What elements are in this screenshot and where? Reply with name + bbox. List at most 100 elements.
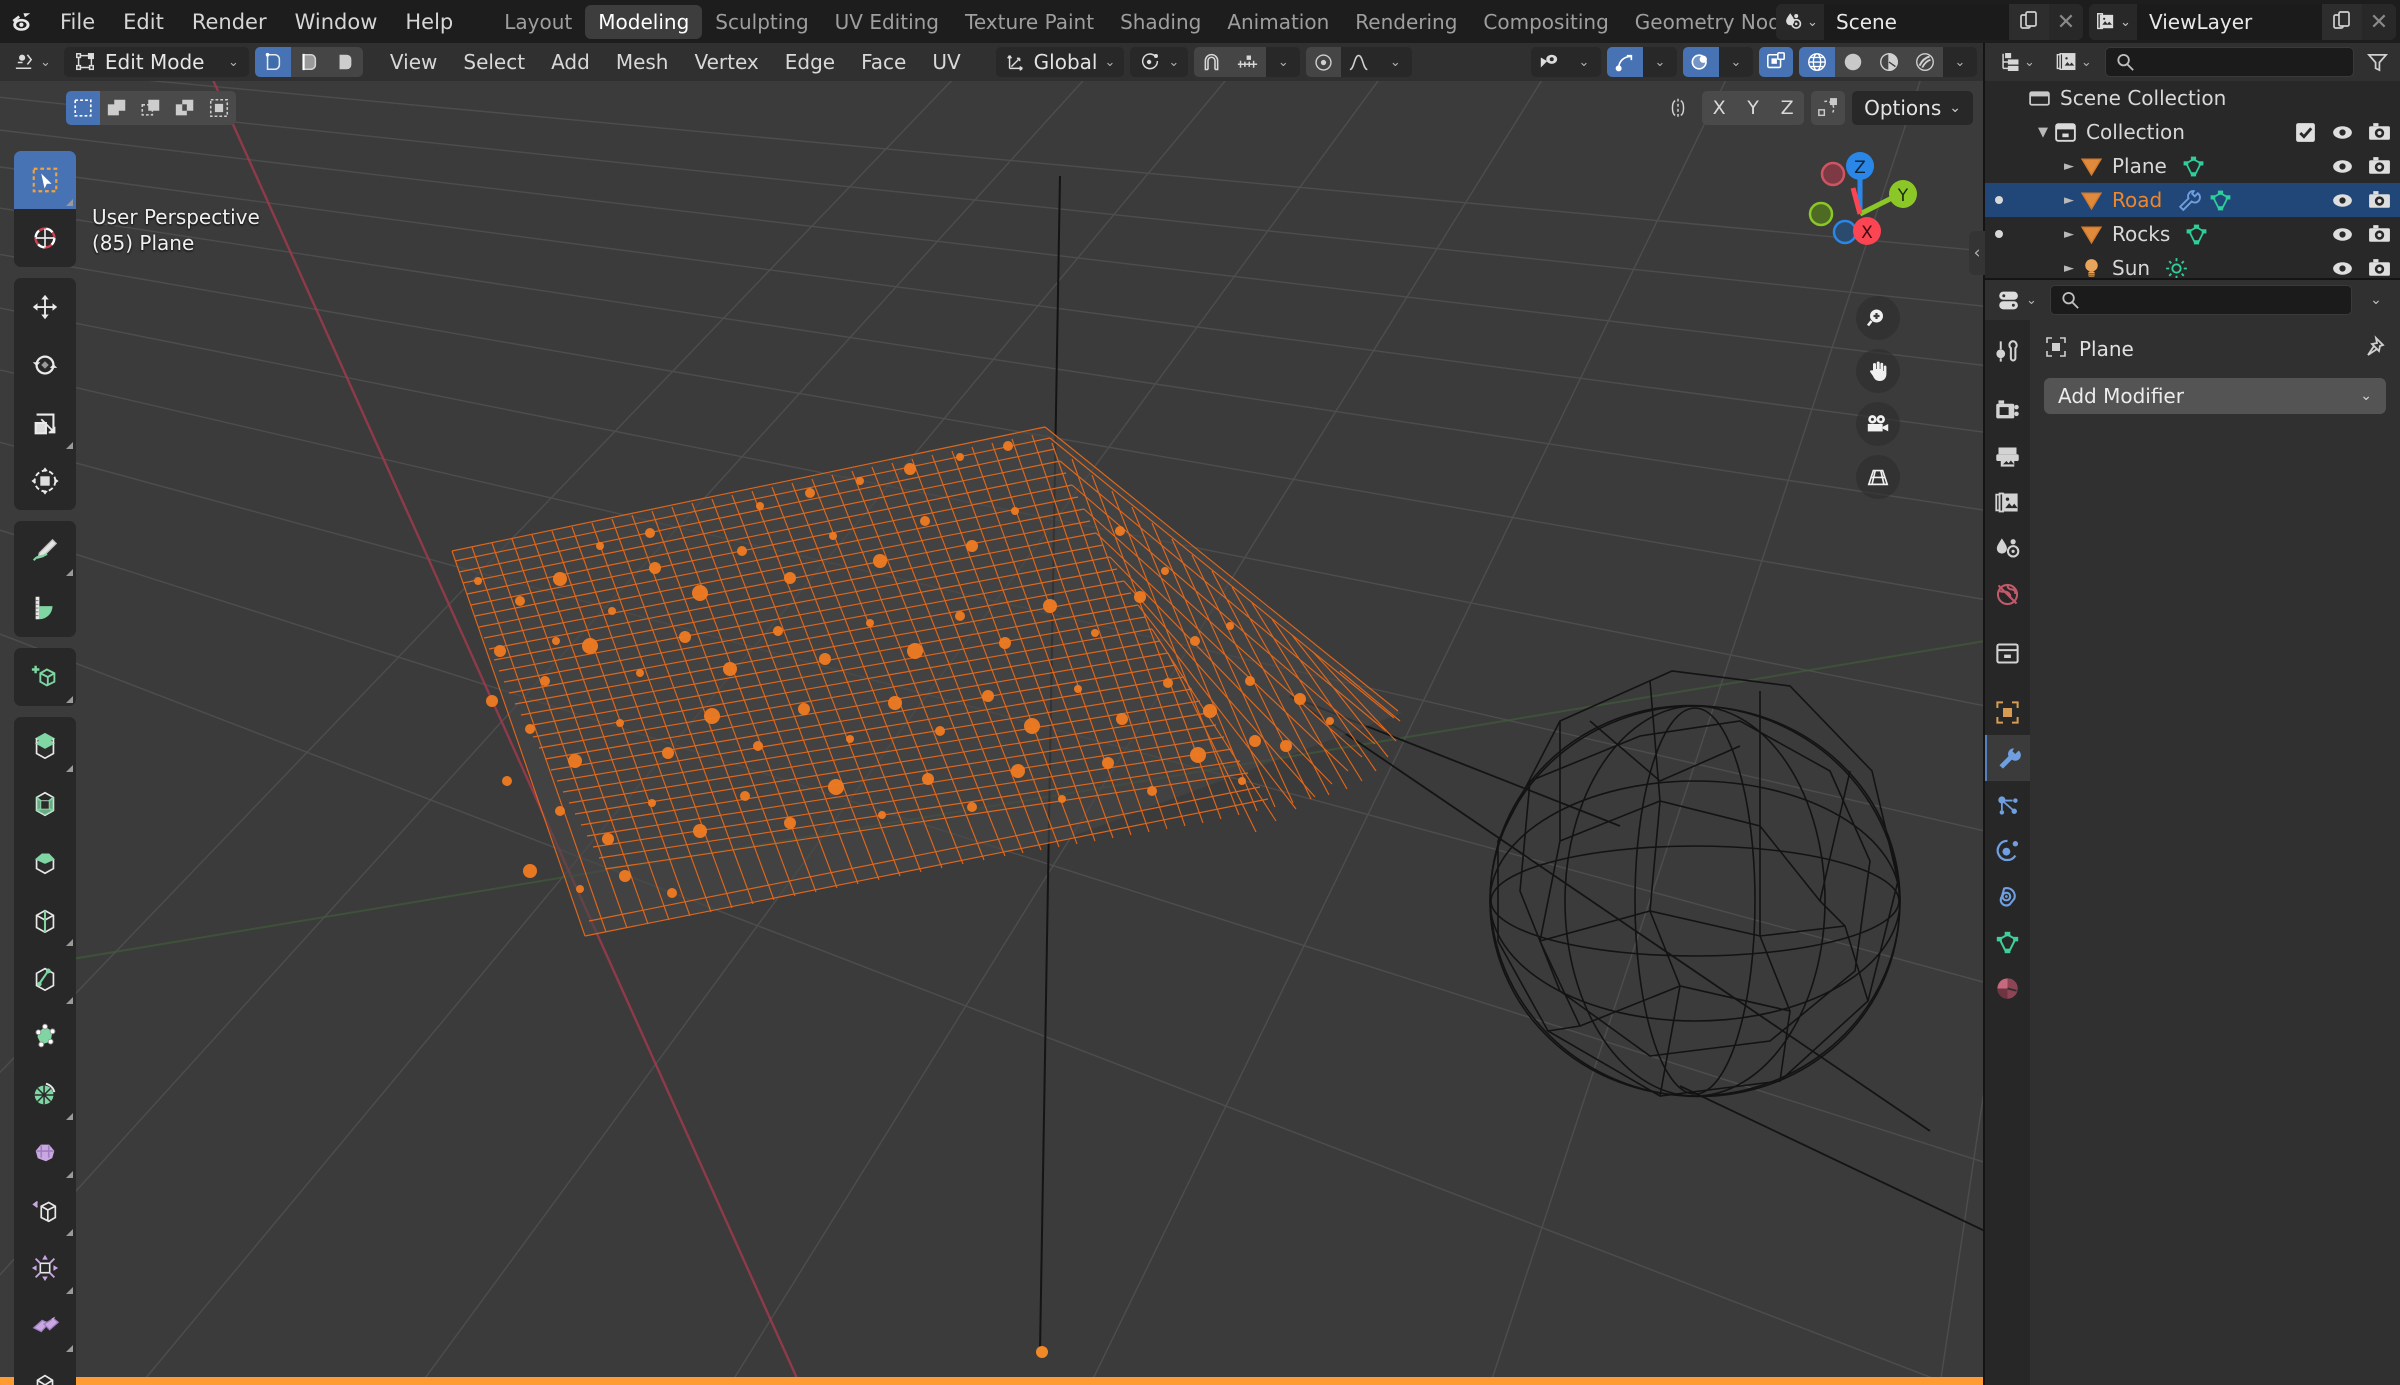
mirror-axis-z[interactable]: Z bbox=[1770, 91, 1805, 125]
tool-tweak-select-box[interactable] bbox=[14, 151, 76, 209]
overlays-dropdown-chevron[interactable]: ⌄ bbox=[1719, 47, 1753, 77]
shading-wireframe-icon[interactable] bbox=[1799, 47, 1835, 77]
falloff-smooth-icon[interactable] bbox=[1341, 47, 1379, 77]
tab-particles[interactable] bbox=[1985, 781, 2030, 827]
tab-render[interactable] bbox=[1985, 387, 2030, 433]
new-viewlayer-button[interactable] bbox=[2322, 4, 2362, 40]
properties-editor-icon[interactable]: ⌄ bbox=[1992, 285, 2043, 315]
menu-help[interactable]: Help bbox=[391, 6, 467, 38]
menu-window[interactable]: Window bbox=[281, 6, 392, 38]
options-button[interactable]: Options ⌄ bbox=[1852, 91, 1973, 125]
falloff-dropdown-chevron[interactable]: ⌄ bbox=[1378, 47, 1413, 77]
tab-collection[interactable] bbox=[1985, 630, 2030, 676]
viewport-menu-uv[interactable]: UV bbox=[919, 47, 973, 77]
outliner-search-input[interactable] bbox=[2104, 47, 2354, 77]
outliner-row-road[interactable]: ► Road bbox=[1985, 183, 2400, 217]
proportional-edit-icon[interactable] bbox=[1306, 47, 1342, 77]
viewport-menu-select[interactable]: Select bbox=[450, 47, 538, 77]
properties-search-input[interactable] bbox=[2049, 285, 2352, 315]
tool-add-cube[interactable] bbox=[14, 648, 76, 706]
navigation-gizmo[interactable]: Z Y X bbox=[1795, 136, 1925, 266]
tab-tool[interactable] bbox=[1985, 328, 2030, 374]
viewport-menu-face[interactable]: Face bbox=[848, 47, 919, 77]
tool-spin[interactable] bbox=[14, 1065, 76, 1123]
tab-view-layer[interactable] bbox=[1985, 479, 2030, 525]
viewlayer-selector[interactable]: ⌄ ViewLayer ✕ bbox=[2089, 4, 2396, 40]
tool-poly-build[interactable] bbox=[14, 1007, 76, 1065]
shading-rendered-icon[interactable] bbox=[1907, 47, 1943, 77]
tool-extrude-region[interactable] bbox=[14, 717, 76, 775]
camera-icon[interactable] bbox=[2367, 120, 2392, 145]
outliner-id-type-icon[interactable]: ⌄ bbox=[2047, 47, 2099, 77]
tab-physics[interactable] bbox=[1985, 827, 2030, 873]
outliner-tree[interactable]: Scene Collection ▼ Collection ► Plane ► Road ► R… bbox=[1985, 81, 2400, 280]
shading-dropdown-chevron[interactable]: ⌄ bbox=[1943, 47, 1977, 77]
viewport-menu-add[interactable]: Add bbox=[538, 47, 603, 77]
mirror-axis-x[interactable]: X bbox=[1702, 91, 1737, 125]
snap-dropdown-chevron[interactable]: ⌄ bbox=[1266, 47, 1301, 77]
tool-measure[interactable] bbox=[14, 579, 76, 637]
toggle-perspective-icon[interactable] bbox=[1856, 455, 1900, 499]
gizmo-icon[interactable] bbox=[1607, 47, 1643, 77]
workspace-tab-shading[interactable]: Shading bbox=[1107, 5, 1214, 39]
viewport-menu-view[interactable]: View bbox=[377, 47, 450, 77]
tab-output[interactable] bbox=[1985, 433, 2030, 479]
close-icon[interactable]: ✕ bbox=[2049, 4, 2083, 40]
select-new-icon[interactable] bbox=[66, 91, 100, 125]
viewport-menu-vertex[interactable]: Vertex bbox=[681, 47, 771, 77]
eye-icon[interactable] bbox=[2330, 120, 2355, 145]
workspace-tab-rendering[interactable]: Rendering bbox=[1342, 5, 1470, 39]
select-invert-icon[interactable] bbox=[168, 91, 202, 125]
tab-constraints[interactable] bbox=[1985, 873, 2030, 919]
tool-knife[interactable] bbox=[14, 949, 76, 1007]
vertex-select-icon[interactable] bbox=[254, 47, 291, 77]
outliner-row-scene-collection[interactable]: Scene Collection bbox=[1985, 81, 2400, 115]
new-scene-button[interactable] bbox=[2009, 4, 2049, 40]
workspace-tab-texture-paint[interactable]: Texture Paint bbox=[952, 5, 1107, 39]
topology-mirror-icon[interactable] bbox=[1811, 91, 1846, 125]
tab-material[interactable] bbox=[1985, 965, 2030, 1011]
camera-icon[interactable] bbox=[2367, 188, 2392, 213]
mirror-icon[interactable] bbox=[1661, 91, 1695, 125]
menu-edit[interactable]: Edit bbox=[109, 6, 178, 38]
camera-icon[interactable] bbox=[2367, 256, 2392, 281]
select-subtract-icon[interactable] bbox=[134, 91, 168, 125]
snap-magnet-icon[interactable] bbox=[1194, 47, 1230, 77]
eye-icon[interactable] bbox=[2330, 154, 2355, 179]
workspace-tab-uv-editing[interactable]: UV Editing bbox=[822, 5, 952, 39]
eye-icon[interactable] bbox=[2330, 256, 2355, 281]
eye-icon[interactable] bbox=[2330, 188, 2355, 213]
disclosure-triangle[interactable]: ► bbox=[2059, 159, 2079, 174]
workspace-tab-modeling[interactable]: Modeling bbox=[585, 4, 703, 39]
camera-view-icon[interactable] bbox=[1856, 402, 1900, 446]
viewlayer-name[interactable]: ViewLayer bbox=[2137, 4, 2322, 40]
tool-loop-cut[interactable] bbox=[14, 891, 76, 949]
visibility-dropdown-chevron[interactable]: ⌄ bbox=[1567, 47, 1601, 77]
pin-icon[interactable] bbox=[2362, 334, 2386, 364]
edge-select-icon[interactable] bbox=[290, 47, 327, 77]
disclosure-triangle[interactable]: ▼ bbox=[2033, 125, 2053, 140]
select-extend-icon[interactable] bbox=[100, 91, 134, 125]
tool-smooth[interactable] bbox=[14, 1123, 76, 1181]
outliner-row-sun[interactable]: ► Sun bbox=[1985, 251, 2400, 280]
tool-edge-slide[interactable] bbox=[14, 1181, 76, 1239]
restrict-select-dot[interactable] bbox=[1991, 196, 2007, 204]
gizmo-dropdown-chevron[interactable]: ⌄ bbox=[1643, 47, 1677, 77]
overlays-icon[interactable] bbox=[1683, 47, 1719, 77]
scene-icon[interactable]: ⌄ bbox=[1776, 4, 1824, 40]
eye-icon[interactable] bbox=[2330, 222, 2355, 247]
tab-data[interactable] bbox=[1985, 919, 2030, 965]
tab-modifiers[interactable] bbox=[1985, 735, 2030, 781]
disclosure-triangle[interactable]: ► bbox=[2059, 193, 2079, 208]
scene-selector[interactable]: ⌄ Scene ✕ bbox=[1776, 4, 2083, 40]
tool-transform[interactable] bbox=[14, 452, 76, 510]
restrict-select-dot[interactable] bbox=[1991, 230, 2007, 238]
mirror-axis-y[interactable]: Y bbox=[1736, 91, 1771, 125]
menu-file[interactable]: File bbox=[46, 6, 109, 38]
tool-shrink-fatten[interactable] bbox=[14, 1239, 76, 1297]
close-icon[interactable]: ✕ bbox=[2362, 4, 2396, 40]
interaction-mode-select[interactable]: Edit Mode ⌄ bbox=[63, 47, 249, 77]
tool-move[interactable] bbox=[14, 278, 76, 336]
blender-logo-icon[interactable] bbox=[0, 0, 46, 43]
tool-annotate[interactable] bbox=[14, 521, 76, 579]
